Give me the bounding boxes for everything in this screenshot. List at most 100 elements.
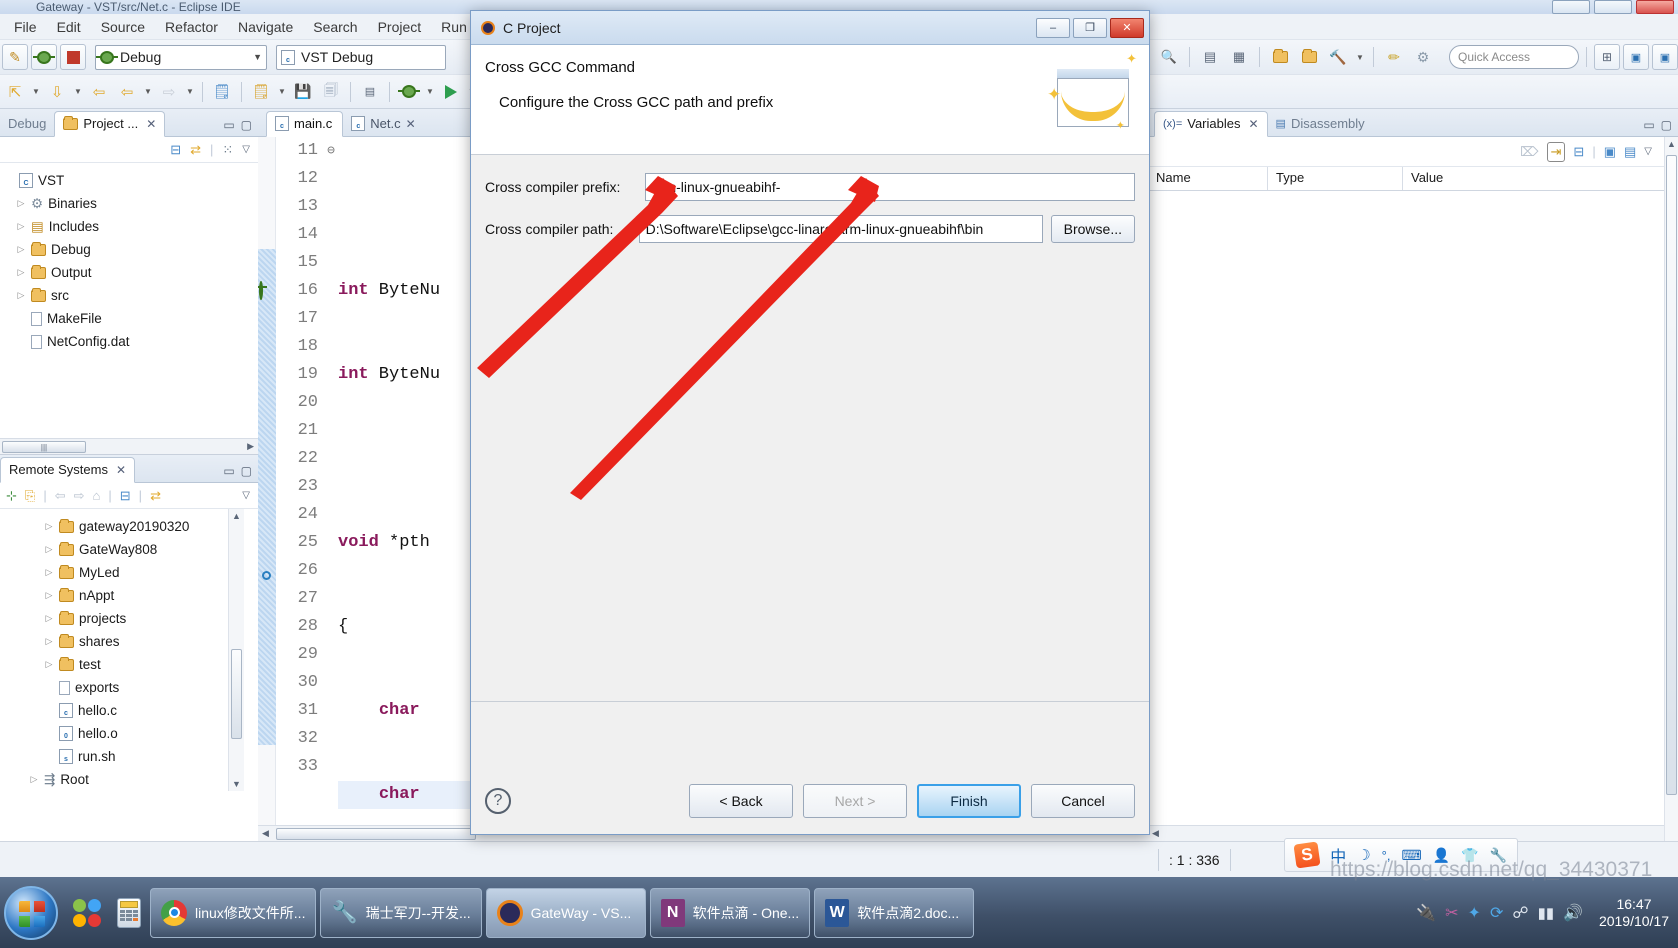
- layout-icon[interactable]: ▤: [1624, 144, 1636, 160]
- new-project-icon[interactable]: [1296, 44, 1322, 70]
- view-menu-icon[interactable]: ▽: [1644, 146, 1652, 157]
- remote-tree-vscrollbar[interactable]: ▲ ▼: [228, 509, 244, 791]
- scrollbar-thumb[interactable]: [1666, 155, 1677, 795]
- tree-item-hello-o[interactable]: 0 hello.o: [0, 722, 258, 745]
- tree-item-debug-folder[interactable]: ▷ Debug: [0, 238, 258, 261]
- twisty-icon[interactable]: ▷: [16, 290, 26, 301]
- step-return-icon[interactable]: ⇱: [2, 79, 28, 105]
- tree-item-src-folder[interactable]: ▷ src: [0, 284, 258, 307]
- debug-icon[interactable]: [31, 44, 57, 70]
- new-class-dropdown-icon[interactable]: ▼: [276, 87, 288, 96]
- scroll-up-icon[interactable]: ▲: [232, 511, 241, 521]
- scrollbar-thumb[interactable]: [231, 649, 242, 739]
- close-icon[interactable]: ✕: [406, 117, 416, 131]
- forward-icon[interactable]: ⇨: [74, 488, 85, 504]
- tree-item-test[interactable]: ▷ test: [0, 653, 258, 676]
- tab-variables[interactable]: (x)= Variables ✕: [1154, 111, 1268, 137]
- terminate-icon[interactable]: [60, 44, 86, 70]
- scroll-left-icon[interactable]: ◀: [1152, 828, 1159, 839]
- browse-button[interactable]: Browse...: [1050, 215, 1135, 243]
- twisty-icon[interactable]: ▷: [44, 590, 54, 601]
- new-c-file-icon[interactable]: 🗒: [209, 79, 235, 105]
- link-editor-icon[interactable]: ⇄: [190, 142, 201, 158]
- back-dropdown-icon[interactable]: ▼: [142, 87, 154, 96]
- menu-item-edit[interactable]: Edit: [47, 17, 91, 37]
- cancel-button[interactable]: Cancel: [1031, 784, 1135, 818]
- finish-button[interactable]: Finish: [917, 784, 1021, 818]
- close-icon[interactable]: ✕: [1248, 117, 1258, 131]
- save-icon[interactable]: 💾: [290, 79, 316, 105]
- moon-icon[interactable]: ☽: [1357, 846, 1370, 864]
- cross-compiler-prefix-input[interactable]: arm-linux-gnueabihf-: [645, 173, 1135, 201]
- view-menu-filter-icon[interactable]: ⁙: [222, 142, 233, 158]
- back-button[interactable]: < Back: [689, 784, 793, 818]
- bluetooth-icon[interactable]: ✦: [1468, 903, 1481, 923]
- tree-item-gateway808[interactable]: ▷ GateWay808: [0, 538, 258, 561]
- taskbar-item-onenote[interactable]: N 软件点滴 - One...: [649, 887, 811, 938]
- step-into-dropdown-icon[interactable]: ▼: [72, 87, 84, 96]
- twisty-icon[interactable]: ▷: [16, 198, 26, 209]
- external-tools-icon[interactable]: ⚙: [1410, 44, 1436, 70]
- scrollbar-thumb[interactable]: [276, 828, 476, 840]
- scrollbar-thumb[interactable]: |||: [2, 441, 86, 453]
- marker-column[interactable]: [258, 137, 276, 825]
- variables-list[interactable]: [1148, 191, 1678, 825]
- step-into-icon[interactable]: ⇩: [44, 79, 70, 105]
- column-header-value[interactable]: Value: [1403, 167, 1678, 190]
- twisty-icon[interactable]: ▷: [16, 267, 26, 278]
- save-all-icon[interactable]: 🗐: [318, 79, 344, 105]
- usb-icon[interactable]: 🔌: [1416, 903, 1436, 923]
- step-return-dropdown-icon[interactable]: ▼: [30, 87, 42, 96]
- open-perspective-icon[interactable]: ⊞: [1594, 44, 1620, 70]
- project-tree-hscrollbar[interactable]: ||| ▶: [0, 438, 258, 454]
- back-icon[interactable]: ⇦: [55, 488, 66, 504]
- sync-icon[interactable]: ⟳: [1490, 903, 1503, 923]
- minimize-view-icon[interactable]: ▭: [223, 118, 234, 132]
- keyboard-icon[interactable]: ⌨: [1401, 847, 1421, 864]
- tree-item-makefile[interactable]: MakeFile: [0, 307, 258, 330]
- dialog-maximize-button[interactable]: ❐: [1073, 17, 1107, 38]
- refresh-connection-icon[interactable]: ⎘: [25, 488, 35, 504]
- twisty-icon[interactable]: ▷: [44, 613, 54, 624]
- breakpoint-icon[interactable]: [259, 281, 263, 300]
- home-icon[interactable]: ⌂: [93, 488, 101, 503]
- menu-item-source[interactable]: Source: [91, 17, 155, 37]
- collapse-variables-icon[interactable]: ⌦: [1520, 144, 1538, 160]
- network-icon[interactable]: ▮▮: [1538, 904, 1555, 922]
- open-resource-icon[interactable]: ▦: [1226, 44, 1252, 70]
- help-icon[interactable]: ?: [485, 788, 511, 814]
- view-menu-icon[interactable]: ▽: [242, 144, 250, 155]
- quick-access-input[interactable]: Quick Access: [1449, 45, 1579, 69]
- scroll-down-icon[interactable]: ▼: [232, 779, 241, 789]
- twisty-icon[interactable]: ▷: [29, 774, 39, 785]
- column-header-type[interactable]: Type: [1268, 167, 1403, 190]
- new-detail-pane-icon[interactable]: ▣: [1604, 144, 1616, 160]
- scroll-up-icon[interactable]: ▲: [1667, 139, 1676, 149]
- debug-dropdown-icon[interactable]: ▼: [424, 87, 436, 96]
- minimize-view-icon[interactable]: ▭: [1643, 118, 1654, 132]
- right-panel-vscrollbar[interactable]: ▲: [1664, 137, 1678, 841]
- view-menu-icon[interactable]: ▽: [242, 490, 250, 501]
- tree-item-gateway20190320[interactable]: ▷ gateway20190320: [0, 515, 258, 538]
- start-button[interactable]: [4, 885, 58, 940]
- forward-icon[interactable]: ⇨: [156, 79, 182, 105]
- collapse-all-icon[interactable]: ⊟: [170, 142, 181, 158]
- new-class-icon[interactable]: 🗒: [248, 79, 274, 105]
- build-dropdown-icon[interactable]: ▼: [1354, 53, 1366, 62]
- tree-item-shares[interactable]: ▷ shares: [0, 630, 258, 653]
- degree-icon[interactable]: °,: [1382, 848, 1391, 863]
- taskbar-clock[interactable]: 16:47 2019/10/17: [1592, 896, 1670, 930]
- twisty-icon[interactable]: ▷: [16, 221, 26, 232]
- twisty-icon[interactable]: ▷: [44, 544, 54, 555]
- tree-item-output-folder[interactable]: ▷ Output: [0, 261, 258, 284]
- twisty-icon[interactable]: ▷: [44, 521, 54, 532]
- tab-net-c[interactable]: c Net.c ✕: [343, 112, 425, 136]
- window-minimize-button[interactable]: [1552, 0, 1590, 14]
- run-icon[interactable]: [438, 79, 464, 105]
- tree-item-root[interactable]: ▷ ⇶ Root: [0, 768, 258, 791]
- dialog-close-button[interactable]: ✕: [1110, 17, 1144, 38]
- maximize-view-icon[interactable]: ▢: [1661, 118, 1672, 132]
- calculator-icon[interactable]: [108, 888, 150, 938]
- twisty-icon[interactable]: ▷: [44, 567, 54, 578]
- window-close-button[interactable]: [1636, 0, 1674, 14]
